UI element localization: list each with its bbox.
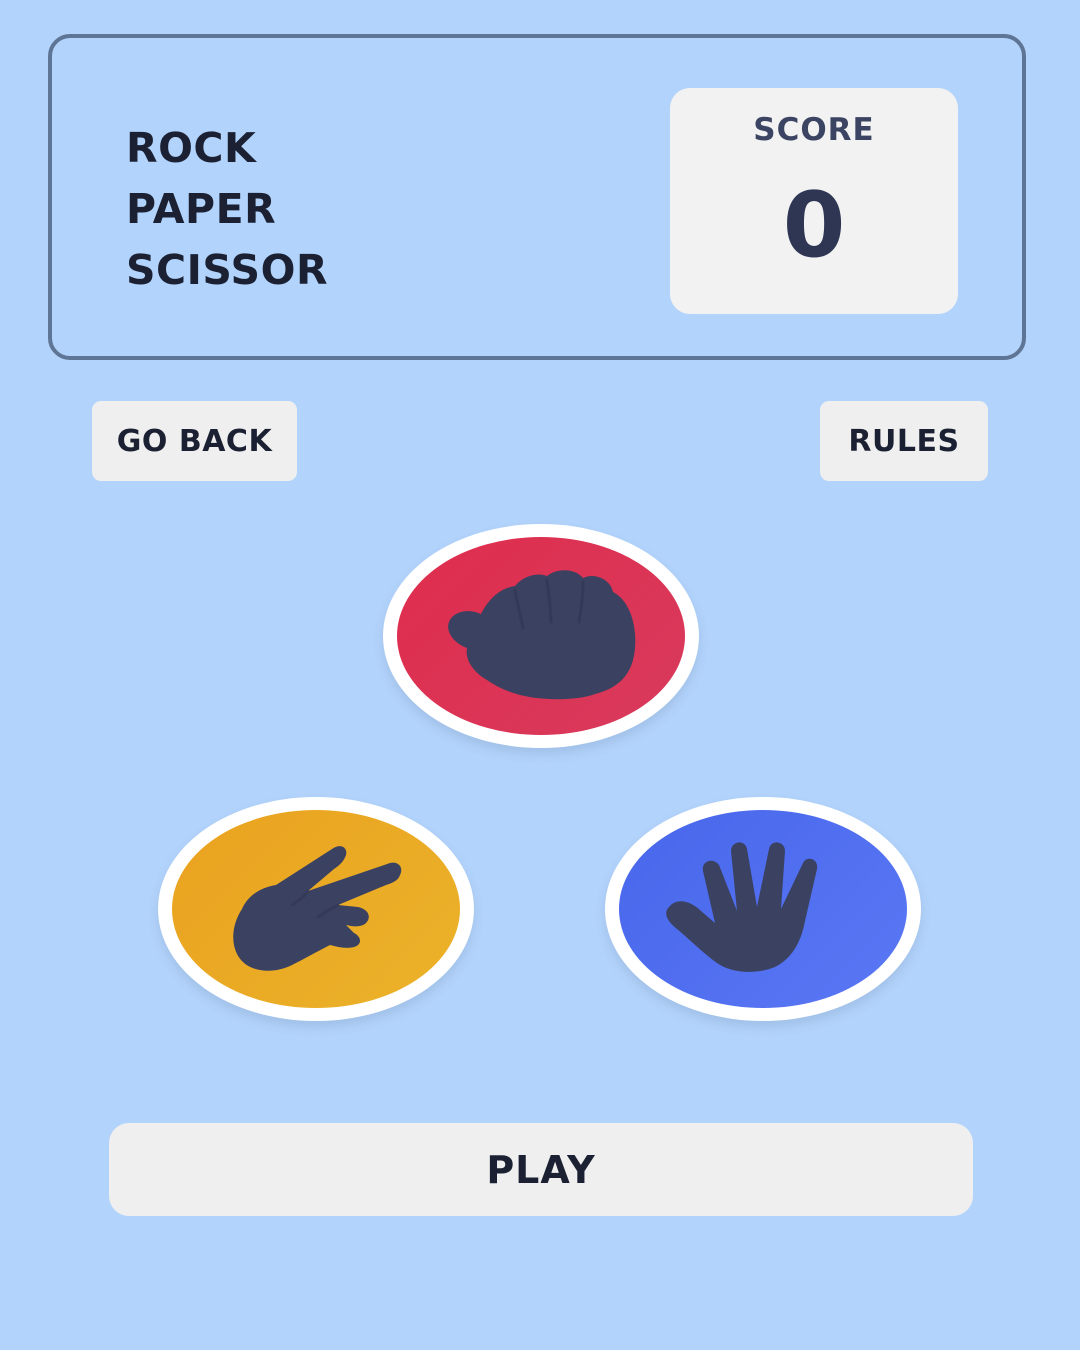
title-line-rock: ROCK — [126, 124, 257, 172]
rules-button[interactable]: RULES — [820, 401, 988, 481]
scissors-choice-button[interactable] — [158, 797, 474, 1021]
play-button[interactable]: PLAY — [109, 1123, 973, 1216]
game-title: ROCK PAPER SCISSOR — [126, 118, 328, 301]
score-label: SCORE — [753, 112, 875, 148]
paper-choice-button[interactable] — [605, 797, 921, 1021]
peace-sign-hand-icon — [233, 846, 402, 971]
go-back-button[interactable]: GO BACK — [92, 401, 297, 481]
title-line-paper: PAPER — [126, 185, 277, 233]
game-header: ROCK PAPER SCISSOR SCORE 0 — [48, 34, 1026, 360]
score-box: SCORE 0 — [670, 88, 958, 314]
title-line-scissor: SCISSOR — [126, 246, 329, 294]
rock-choice-button[interactable] — [383, 524, 699, 748]
open-hand-icon — [666, 842, 818, 972]
fist-icon — [448, 570, 636, 700]
score-value: 0 — [782, 173, 846, 278]
